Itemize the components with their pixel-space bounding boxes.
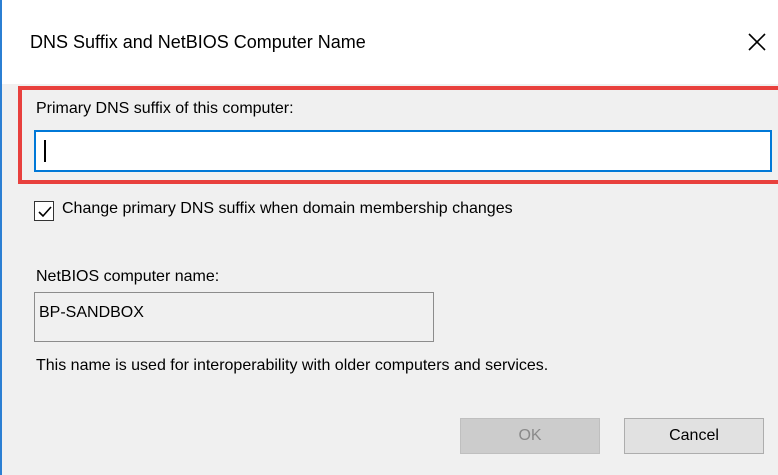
dialog-titlebar: DNS Suffix and NetBIOS Computer Name — [2, 0, 778, 84]
primary-dns-suffix-input[interactable] — [34, 130, 772, 172]
primary-dns-suffix-label: Primary DNS suffix of this computer: — [36, 100, 294, 117]
ok-button[interactable]: OK — [460, 418, 600, 454]
netbios-name-label: NetBIOS computer name: — [36, 268, 220, 285]
check-icon — [38, 206, 52, 218]
dialog-title: DNS Suffix and NetBIOS Computer Name — [30, 32, 366, 52]
change-suffix-checkbox[interactable] — [34, 201, 54, 221]
text-cursor — [44, 140, 46, 162]
change-suffix-label: Change primary DNS suffix when domain me… — [62, 200, 513, 217]
dns-suffix-dialog: DNS Suffix and NetBIOS Computer Name Pri… — [0, 0, 778, 475]
netbios-name-field: BP-SANDBOX — [34, 292, 434, 342]
close-button[interactable] — [740, 24, 774, 60]
cancel-button[interactable]: Cancel — [624, 418, 764, 454]
info-text: This name is used for interoperability w… — [36, 357, 549, 374]
close-icon — [748, 33, 766, 51]
